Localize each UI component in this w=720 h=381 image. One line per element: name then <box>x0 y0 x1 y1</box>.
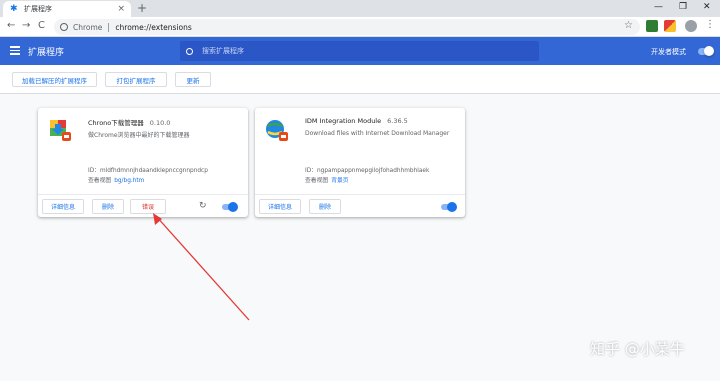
inspect-view-link[interactable]: 背景页 <box>331 178 348 184</box>
puzzle-icon: ✱ <box>10 3 18 14</box>
forward-button[interactable]: → <box>22 20 30 32</box>
minimize-button[interactable]: — <box>654 2 663 12</box>
tab-extensions[interactable]: ✱ 扩展程序 × <box>3 1 131 17</box>
reload-icon[interactable]: ↻ <box>199 201 207 211</box>
card-footer: 详细信息 删除 <box>255 194 465 217</box>
inspect-views: 查看视图 背景页 <box>305 178 349 184</box>
extensions-header: 扩展程序 开发者模式 <box>0 37 720 65</box>
site-info-icon[interactable] <box>60 23 68 31</box>
tab-title: 扩展程序 <box>24 5 52 13</box>
extension-toolbar-icon[interactable] <box>664 20 676 32</box>
extension-enable-toggle[interactable] <box>222 202 238 212</box>
new-tab-button[interactable]: + <box>137 2 147 14</box>
developer-action-bar: 加载已解压的扩展程序 打包扩展程序 更新 <box>0 65 720 94</box>
search-input[interactable] <box>202 47 502 55</box>
browser-toolbar: ← → C Chrome chrome://extensions ☆ ⋮ <box>0 17 720 37</box>
card-footer: 详细信息 删除 错误 ↻ <box>38 194 248 217</box>
search-icon <box>186 47 193 55</box>
close-window-button[interactable]: ✕ <box>703 2 711 12</box>
extension-name: Chrono下载管理器 0.10.0 <box>88 119 171 127</box>
reload-button[interactable]: C <box>38 20 45 32</box>
avatar[interactable] <box>685 20 697 32</box>
remove-button[interactable]: 删除 <box>92 199 124 214</box>
star-icon[interactable]: ☆ <box>624 20 633 31</box>
extension-id: ID：ngpampappnmepgilojfohadhhmbhlaek <box>305 168 430 174</box>
tab-strip: ✱ 扩展程序 × + — ❐ ✕ <box>0 0 720 17</box>
extension-card-chrono: Chrono下载管理器 0.10.0 做Chrome浏览器中最好的下载管理器 ID… <box>38 108 248 217</box>
pack-extension-button[interactable]: 打包扩展程序 <box>105 72 167 87</box>
remove-button[interactable]: 删除 <box>309 199 341 214</box>
maximize-button[interactable]: ❐ <box>679 2 687 12</box>
details-button[interactable]: 详细信息 <box>259 199 301 214</box>
tab-close-icon[interactable]: × <box>117 4 125 14</box>
page-title: 扩展程序 <box>28 48 65 58</box>
extension-enable-toggle[interactable] <box>441 202 457 212</box>
extension-version: 6.36.5 <box>387 117 408 125</box>
menu-icon[interactable]: ⋮ <box>705 19 715 30</box>
extension-toolbar-icon[interactable] <box>646 20 658 32</box>
load-unpacked-button[interactable]: 加载已解压的扩展程序 <box>12 72 97 87</box>
idm-icon <box>266 120 288 141</box>
inspect-views: 查看视图 bg/bg.htm <box>88 178 145 184</box>
developer-mode-label: 开发者模式 <box>651 48 686 56</box>
hamburger-menu-icon[interactable] <box>10 46 20 55</box>
extension-description: 做Chrome浏览器中最好的下载管理器 <box>88 132 190 139</box>
url-separator <box>108 22 110 32</box>
errors-button[interactable]: 错误 <box>130 199 166 214</box>
search-box[interactable] <box>180 41 539 61</box>
extension-version: 0.10.0 <box>149 119 171 127</box>
details-button[interactable]: 详细信息 <box>42 199 84 214</box>
url-scheme: Chrome <box>73 22 103 32</box>
extension-description: Download files with Internet Download Ma… <box>305 130 450 137</box>
update-button[interactable]: 更新 <box>175 72 211 87</box>
extension-card-idm: IDM Integration Module 6.36.5 Download fi… <box>255 108 465 217</box>
chrono-download-icon <box>50 120 71 141</box>
inspect-view-link[interactable]: bg/bg.htm <box>114 178 144 184</box>
back-button[interactable]: ← <box>7 20 15 32</box>
developer-mode-toggle[interactable] <box>698 46 714 56</box>
watermark: 知乎 @小菜牛 <box>590 340 685 358</box>
address-bar[interactable]: Chrome chrome://extensions <box>54 19 640 35</box>
extension-name: IDM Integration Module 6.36.5 <box>305 117 408 125</box>
extension-id: ID：mldfhdmnnjhdaandklepnccgnnpndcp <box>88 168 208 174</box>
url-text[interactable]: chrome://extensions <box>115 23 191 32</box>
